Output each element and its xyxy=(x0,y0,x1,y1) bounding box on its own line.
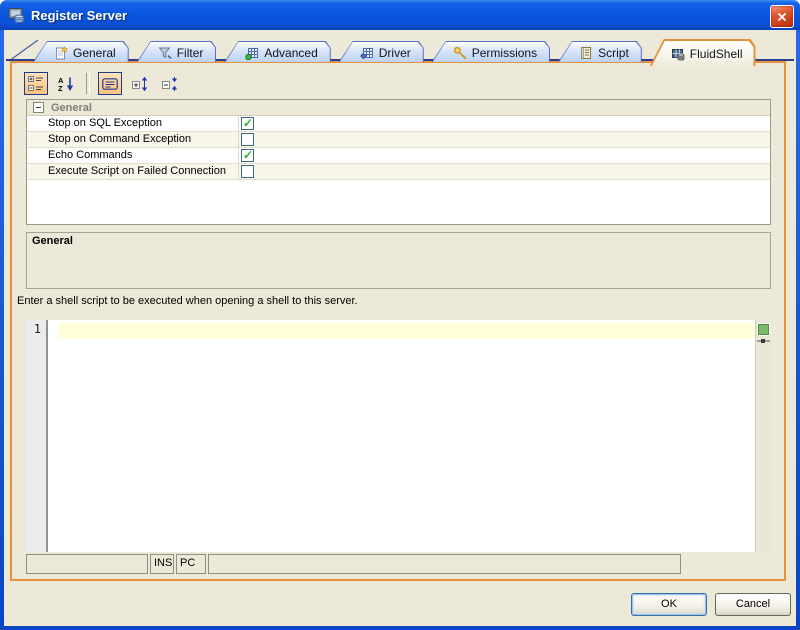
ok-button[interactable]: OK xyxy=(631,593,707,616)
cancel-button[interactable]: Cancel xyxy=(715,593,791,616)
tab-general[interactable]: General xyxy=(33,41,129,62)
show-description-icon xyxy=(102,77,118,90)
table-green-icon xyxy=(245,46,259,61)
shell-script-editor: 1 INS PC xyxy=(26,320,771,578)
status-cell-pc: PC xyxy=(176,554,206,574)
tab-label: FluidShell xyxy=(689,47,743,61)
categorized-button[interactable] xyxy=(24,72,48,95)
property-label: Stop on SQL Exception xyxy=(48,117,162,129)
server-window-icon xyxy=(8,7,25,24)
description-panel: General xyxy=(26,232,771,289)
status-cell-message xyxy=(26,554,148,574)
property-grid: General Stop on SQL Exception Stop on Co… xyxy=(26,99,771,225)
tab-label: Filter xyxy=(176,46,204,60)
property-row-stop-on-command-exception[interactable]: Stop on Command Exception xyxy=(27,132,770,148)
tab-filter[interactable]: Filter xyxy=(137,41,217,62)
checkbox-stop-on-command-exception[interactable] xyxy=(241,133,254,146)
editor-status-bar: INS PC xyxy=(26,554,681,574)
property-label: Stop on Command Exception xyxy=(48,133,192,145)
categorized-icon xyxy=(28,75,43,91)
property-row-stop-on-sql-exception[interactable]: Stop on SQL Exception xyxy=(27,116,770,132)
checkbox-echo-commands[interactable] xyxy=(241,148,254,163)
fluidshell-panel: A Z General Stop on SQL Exception ✓ Stop… xyxy=(10,61,786,581)
tab-permissions[interactable]: Permissions xyxy=(432,41,550,62)
sort-alphabetical-button[interactable]: A Z xyxy=(54,72,78,95)
collapse-category-icon[interactable] xyxy=(33,102,44,113)
tab-driver[interactable]: Driver xyxy=(339,41,424,62)
table-driver-icon xyxy=(359,46,374,60)
category-label: General xyxy=(51,101,92,114)
tab-label: Advanced xyxy=(264,46,318,60)
description-title: General xyxy=(32,235,73,247)
line-number: 1 xyxy=(33,322,41,336)
current-line-highlight xyxy=(58,323,755,339)
sort-alphabetical-icon: A Z xyxy=(58,76,74,92)
tab-label: Script xyxy=(598,46,629,60)
window-title: Register Server xyxy=(31,7,128,23)
expand-all-button[interactable] xyxy=(128,72,152,95)
filter-icon xyxy=(158,46,172,60)
gutter-divider xyxy=(46,320,48,552)
overview-ruler-ok-icon xyxy=(758,324,769,335)
show-description-button[interactable] xyxy=(98,72,122,95)
tab-label: Permissions xyxy=(471,46,538,60)
category-row-general[interactable]: General xyxy=(27,100,770,116)
svg-text:Z: Z xyxy=(58,84,63,92)
status-cell-extra xyxy=(208,554,681,574)
overview-ruler-caret-marker xyxy=(757,339,770,343)
close-button[interactable] xyxy=(770,5,794,28)
property-row-execute-script-on-failed-connection[interactable]: Execute Script on Failed Connection xyxy=(27,164,770,180)
expand-all-icon xyxy=(132,76,148,91)
tab-fluidshell[interactable]: FluidShell xyxy=(650,39,756,66)
grid-column-divider xyxy=(238,116,239,180)
toolbar-separator xyxy=(86,73,90,94)
script-icon xyxy=(579,46,593,60)
property-label: Execute Script on Failed Connection xyxy=(48,165,226,177)
tabstrip: General Filter Advanced Driver Permissio… xyxy=(33,36,756,62)
overview-ruler[interactable] xyxy=(755,320,771,552)
tab-script[interactable]: Script xyxy=(558,41,642,62)
checkbox-execute-script-on-failed-connection[interactable] xyxy=(241,165,254,178)
register-server-dialog: Register Server General Filter Advanced … xyxy=(0,0,800,630)
key-icon xyxy=(453,46,467,60)
tab-label: General xyxy=(73,46,116,60)
tab-label: Driver xyxy=(378,46,411,60)
instruction-label: Enter a shell script to be executed when… xyxy=(17,295,358,307)
checkbox-stop-on-sql-exception[interactable] xyxy=(241,116,254,131)
editor-line-number-gutter: 1 xyxy=(26,320,46,552)
property-label: Echo Commands xyxy=(48,149,133,161)
collapse-all-icon xyxy=(162,76,178,91)
collapse-all-button[interactable] xyxy=(158,72,182,95)
fluidshell-server-icon xyxy=(671,47,685,61)
titlebar: Register Server xyxy=(0,0,800,30)
close-icon xyxy=(778,12,786,21)
property-toolbar: A Z xyxy=(24,72,182,95)
document-new-icon xyxy=(54,45,69,60)
dialog-client-area: General Filter Advanced Driver Permissio… xyxy=(4,30,796,626)
property-row-echo-commands[interactable]: Echo Commands xyxy=(27,148,770,164)
editor-text-area[interactable] xyxy=(26,320,771,552)
status-cell-insert-mode: INS xyxy=(150,554,174,574)
tab-advanced[interactable]: Advanced xyxy=(224,41,330,62)
